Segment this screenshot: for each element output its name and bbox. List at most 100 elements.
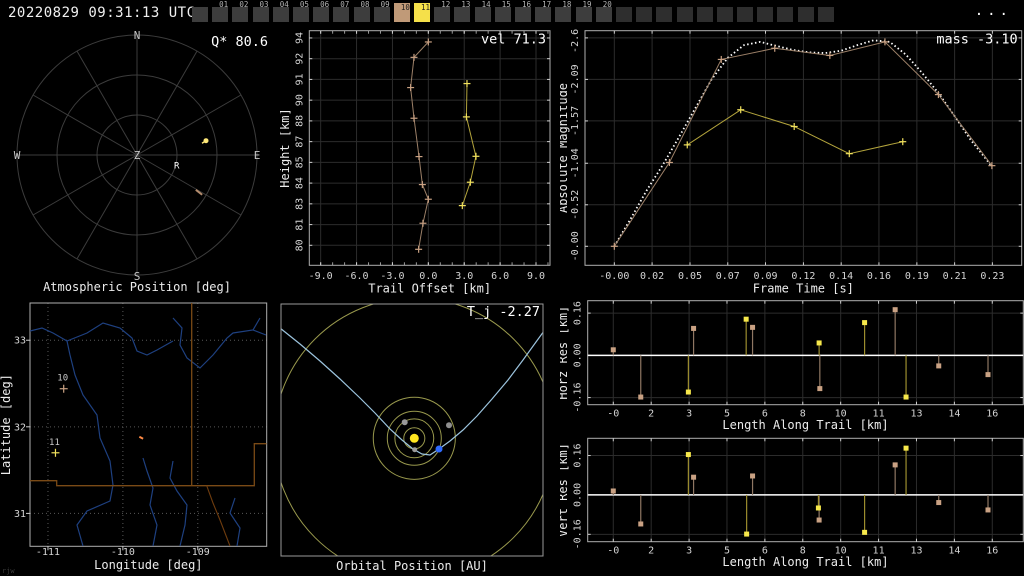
svg-text:Z: Z — [134, 149, 141, 162]
svg-text:N: N — [134, 29, 141, 42]
svg-text:Horz Res [km]: Horz Res [km] — [560, 306, 570, 400]
frame-thumb-slot-27[interactable] — [737, 7, 754, 22]
frame-thumb-slot-30[interactable] — [797, 7, 814, 22]
svg-text:3.0: 3.0 — [455, 271, 473, 282]
frame-thumb-03[interactable]: 03 — [252, 1, 269, 22]
svg-text:13: 13 — [910, 409, 922, 420]
svg-text:94: 94 — [294, 32, 305, 44]
frame-thumb-20[interactable]: 20 — [595, 1, 612, 22]
frame-thumb-05[interactable]: 05 — [292, 1, 309, 22]
frame-thumb-11[interactable]: 11 — [414, 3, 431, 22]
frame-number: 01 — [219, 0, 229, 9]
frame-number: 04 — [279, 0, 289, 9]
frame-thumb-slot-31[interactable] — [817, 7, 834, 22]
frame-thumb-17[interactable]: 17 — [535, 1, 552, 22]
frame-thumb-slot-26[interactable] — [716, 7, 733, 22]
frame-number: 09 — [380, 0, 390, 9]
frame-number: 19 — [582, 0, 592, 9]
orbit-diagram — [281, 304, 543, 556]
svg-text:9.0: 9.0 — [527, 271, 545, 282]
frame-thumb-slot-0[interactable] — [192, 7, 208, 22]
svg-text:R: R — [174, 162, 180, 172]
planet-earth — [435, 445, 443, 453]
svg-text:0.0: 0.0 — [419, 271, 437, 282]
frame-number: 12 — [441, 0, 451, 9]
frame-strip: 01 02 03 04 05 06 07 08 09 10 11 12 13 14 15 16 17 18 19 20 — [192, 1, 838, 22]
svg-text:33: 33 — [14, 336, 26, 347]
frame-thumb-01[interactable]: 01 — [212, 1, 229, 22]
frame-number: 06 — [320, 0, 330, 9]
trail-offset-frame: -9.0 -6.0 -3.0 0.0 3.0 6.0 9.0 94 92 91 90 88 87 85 84… — [280, 30, 551, 296]
svg-text:-0.00: -0.00 — [570, 231, 581, 261]
frame-number: 16 — [521, 0, 531, 9]
frame-thumb-02[interactable]: 02 — [232, 1, 249, 22]
svg-text:88: 88 — [294, 115, 305, 127]
svg-text:Trail Offset [km]: Trail Offset [km] — [368, 282, 491, 296]
svg-text:2: 2 — [648, 546, 654, 557]
frame-thumb-16[interactable]: 16 — [515, 1, 531, 22]
svg-text:Absolute Magnitude: Absolute Magnitude — [560, 83, 570, 213]
frame-number: 17 — [542, 0, 552, 9]
sun — [409, 433, 419, 443]
overflow-menu[interactable]: ... — [975, 3, 1012, 19]
svg-text:-2.61: -2.61 — [570, 28, 581, 53]
svg-text:90: 90 — [294, 94, 305, 106]
frame-thumb-slot-23[interactable] — [656, 7, 673, 22]
frame-thumb-slot-21[interactable] — [615, 7, 632, 22]
svg-text:-1.04: -1.04 — [570, 148, 581, 178]
svg-text:84: 84 — [294, 177, 305, 189]
svg-text:-0.16: -0.16 — [573, 519, 584, 549]
svg-text:Length Along Trail [km]: Length Along Trail [km] — [722, 555, 888, 569]
frame-number: 10 — [400, 3, 410, 12]
svg-text:31: 31 — [14, 509, 26, 520]
svg-text:3: 3 — [686, 409, 692, 420]
orbital-position-panel: T_j -2.27 Orbital Position [AU] — [280, 303, 544, 573]
frame-thumb-14[interactable]: 14 — [474, 1, 491, 22]
svg-text:80: 80 — [294, 239, 305, 251]
svg-text:81: 81 — [294, 219, 305, 231]
frame-thumb-slot-28[interactable] — [757, 7, 774, 22]
frame-thumb-04[interactable]: 04 — [272, 1, 289, 22]
frame-thumb-15[interactable]: 15 — [494, 1, 511, 22]
svg-text:11: 11 — [49, 438, 60, 448]
svg-text:32: 32 — [14, 422, 26, 433]
svg-text:16: 16 — [986, 546, 998, 557]
series-station-2 — [458, 80, 480, 210]
planet-mercury — [412, 447, 418, 453]
frame-thumb-slot-22[interactable] — [636, 7, 653, 22]
svg-text:0.16: 0.16 — [573, 443, 584, 467]
frame-number: 02 — [239, 0, 249, 9]
frame-thumb-08[interactable]: 08 — [353, 1, 370, 22]
svg-text:-3.0: -3.0 — [380, 271, 404, 282]
frame-thumb-18[interactable]: 18 — [555, 1, 572, 22]
frame-thumb-06[interactable]: 06 — [313, 1, 330, 22]
svg-text:0.00: 0.00 — [573, 483, 584, 507]
frame-thumb-10[interactable]: 10 — [393, 3, 410, 22]
frame-thumb-07[interactable]: 07 — [333, 1, 350, 22]
svg-text:Height [km]: Height [km] — [280, 108, 292, 187]
svg-text:T_j -2.27: T_j -2.27 — [467, 304, 540, 320]
light-curve-panel: -0.00 0.02 0.05 0.07 0.09 0.12 0.14 0.16 0.19 0.2… — [560, 28, 1023, 296]
frame-thumb-slot-25[interactable] — [696, 7, 713, 22]
frame-thumb-19[interactable]: 19 — [575, 1, 592, 22]
planet-mars — [446, 422, 452, 429]
frame-thumb-13[interactable]: 13 — [454, 1, 471, 22]
frame-number: 11 — [421, 3, 431, 12]
svg-text:13: 13 — [910, 546, 922, 557]
svg-text:Q* 80.6: Q* 80.6 — [211, 34, 268, 50]
ground-map-frame: -111 -110 -109 33 32 31 Longitude [deg] Latitud… — [0, 302, 268, 572]
svg-text:91: 91 — [294, 73, 305, 85]
svg-text:Orbital Position [AU]: Orbital Position [AU] — [336, 559, 488, 573]
meteor-point — [203, 138, 209, 144]
horz-res-frame: -0 2 3 5 6 8 10 11 13 14 160.160.00-0.16Length Alo… — [560, 300, 1024, 432]
svg-text:0.02: 0.02 — [640, 271, 664, 282]
ground-map-panel: -111 -110 -109 33 32 31 Longitude [deg] Latitud… — [0, 302, 268, 572]
frame-thumb-slot-29[interactable] — [777, 7, 794, 22]
frame-thumb-slot-24[interactable] — [676, 7, 693, 22]
svg-text:-0: -0 — [607, 409, 619, 420]
svg-text:10: 10 — [57, 374, 68, 384]
frame-thumb-12[interactable]: 12 — [434, 1, 451, 22]
frame-number: 20 — [602, 0, 612, 9]
frame-thumb-09[interactable]: 09 — [373, 1, 390, 22]
svg-text:0.16: 0.16 — [573, 301, 584, 325]
